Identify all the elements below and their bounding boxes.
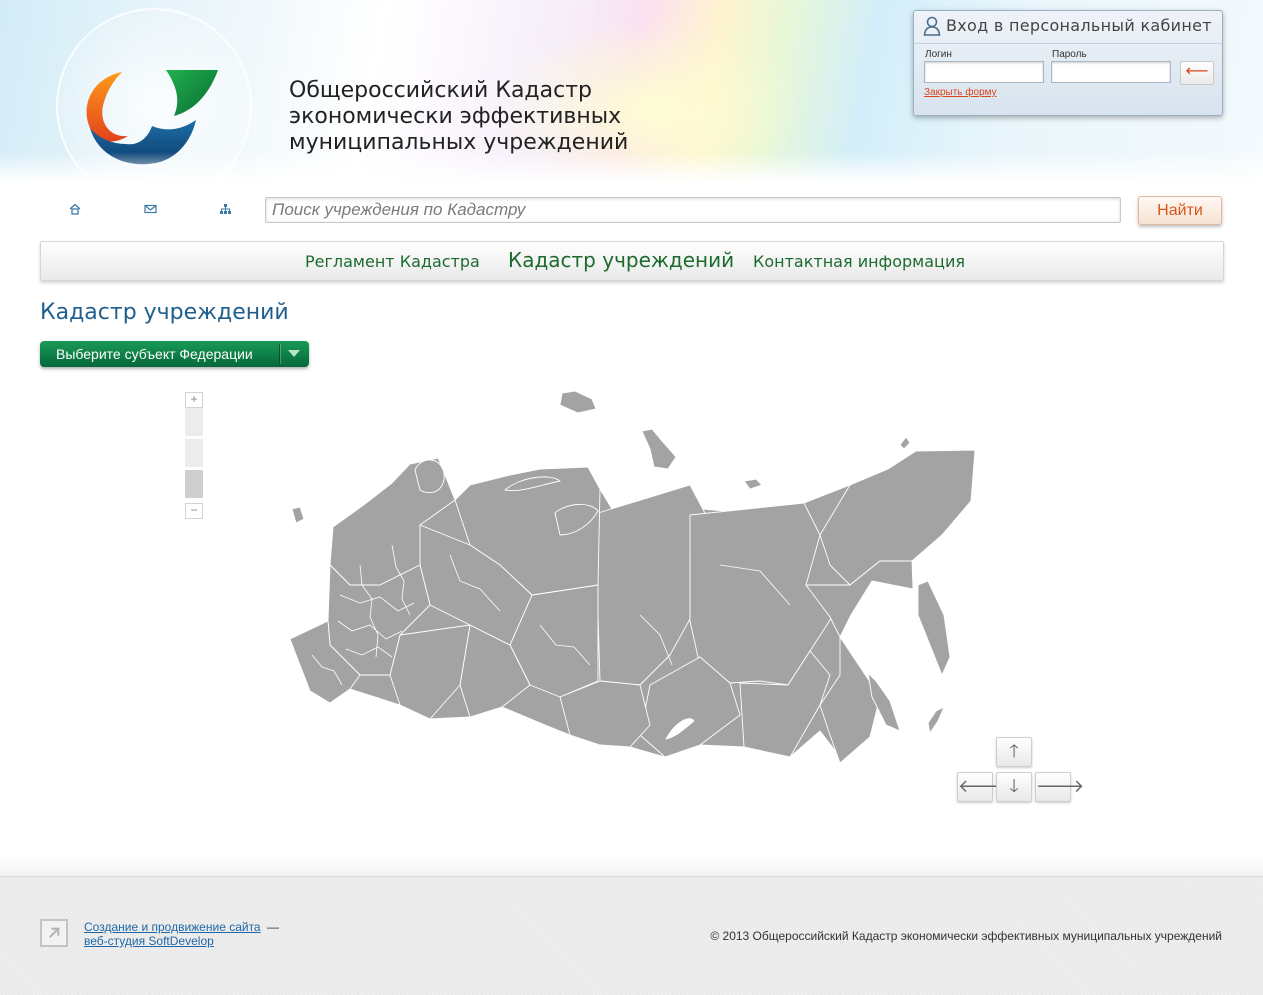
map-region (641, 428, 677, 470)
login-title: Вход в персональный кабинет (946, 16, 1212, 35)
footer-shadow (0, 856, 1263, 876)
site-title-line: муниципальных учреждений (289, 130, 629, 155)
subject-select-label: Выберите субъект Федерации (56, 346, 253, 362)
dev-link-studio[interactable]: веб-студия SoftDevelop (84, 934, 214, 948)
login-label: Логин (925, 49, 952, 60)
russia-regions-map[interactable] (0, 385, 1263, 810)
header-banner: Общероссийский Кадастр экономически эффе… (0, 0, 1263, 182)
menu-item-regulations[interactable]: Регламент Кадастра (305, 252, 480, 271)
password-label: Пароль (1052, 49, 1087, 60)
divider (914, 43, 1222, 44)
menu-item-contacts[interactable]: Контактная информация (753, 252, 965, 271)
subject-select[interactable]: Выберите субъект Федерации (40, 341, 309, 367)
login-input[interactable] (924, 61, 1044, 83)
site-title-line: экономически эффективных (289, 104, 622, 129)
menu-item-cadastre[interactable]: Кадастр учреждений (508, 248, 734, 272)
close-form-link[interactable]: Закрыть форму (924, 87, 997, 98)
map-region (559, 390, 597, 414)
login-panel: Вход в персональный кабинет Логин Пароль… (913, 10, 1223, 116)
map-region (291, 506, 305, 524)
return-arrow-icon: ⟵ (1185, 63, 1209, 80)
map-region (927, 706, 945, 734)
footer: Создание и продвижение сайта — веб-студи… (0, 876, 1263, 995)
pan-left-button[interactable]: 🡐 (957, 772, 1006, 802)
divider (279, 344, 280, 364)
dev-link-promotion[interactable]: Создание и продвижение сайта (84, 920, 261, 934)
page-title: Кадастр учреждений (40, 300, 289, 325)
map-region (917, 580, 951, 676)
map-region (899, 436, 911, 450)
copyright: © 2013 Общероссийский Кадастр экономичес… (710, 929, 1222, 943)
map-region (414, 459, 445, 494)
login-submit-button[interactable]: ⟵ (1180, 61, 1214, 85)
password-input[interactable] (1051, 61, 1171, 83)
pan-down-button[interactable]: 🡓 (996, 772, 1032, 802)
dev-dash: — (267, 920, 279, 934)
home-icon[interactable] (69, 203, 81, 215)
site-title-line: Общероссийский Кадастр (289, 78, 592, 103)
chevron-down-icon[interactable] (288, 350, 300, 357)
mail-icon[interactable] (144, 203, 157, 215)
external-link-icon[interactable] (40, 919, 68, 947)
search-button[interactable]: Найти (1138, 196, 1222, 225)
main-menu: Регламент Кадастра Кадастр учреждений Ко… (40, 241, 1224, 281)
site-logo[interactable] (82, 66, 222, 172)
sitemap-icon[interactable] (219, 203, 232, 215)
site-title: Общероссийский Кадастр экономически эффе… (289, 78, 628, 156)
search-input[interactable] (265, 197, 1121, 223)
map-region (743, 478, 763, 490)
pan-right-button[interactable]: 🡒 (1035, 772, 1084, 802)
user-icon (923, 16, 941, 36)
pan-up-button[interactable]: 🡑 (996, 737, 1032, 767)
